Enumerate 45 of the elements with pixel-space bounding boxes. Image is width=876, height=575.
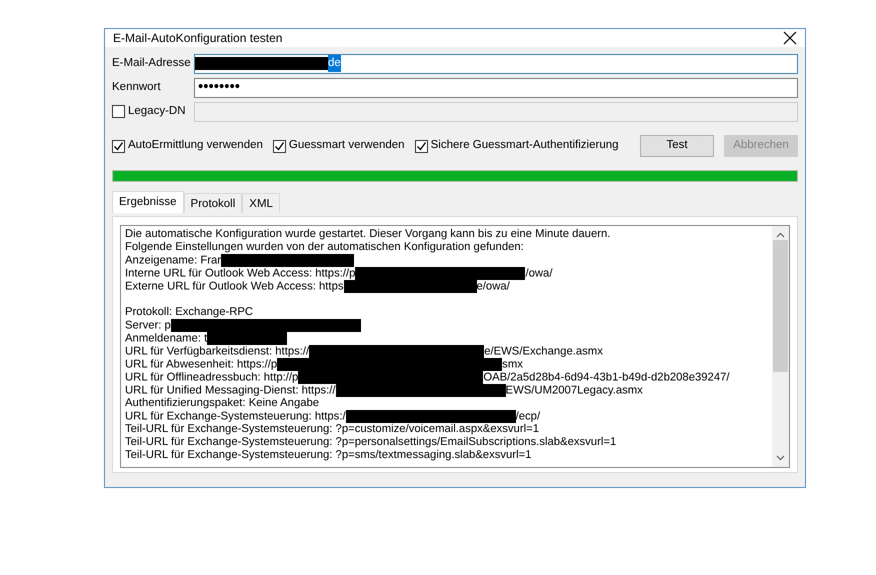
result-text: EWS/UM2007Legacy.asmx [506,384,643,396]
result-text: Server: p [125,319,171,332]
result-text: /ecp/ [516,410,540,422]
result-text: Interne URL für Outlook Web Access: https://p [125,267,356,280]
result-text: OAB/2a5d28b4-6d94-43b1-b49d-d2b208e39247/ [483,371,730,384]
result-text: Teil-URL für Exchange-Systemsteuerung: ?p=sms/textmessaging.slab&exsvurl=1 [125,449,532,461]
result-text: e/owa/ [476,280,510,292]
result-text: URL für Exchange-Systemsteuerung: https:/ [125,410,346,422]
tab[interactable]: XML [242,193,280,213]
result-text: Protokoll: Exchange-RPC [125,306,254,318]
email-field[interactable]: de [194,54,798,74]
tab[interactable]: Protokoll [184,193,242,213]
result-text: Folgende Einstellungen wurden von der automatischen Konfiguration gefunden: [125,241,524,253]
field-label: E-Mail-Adresse [112,56,192,71]
result-text: smx [502,358,523,370]
checkbox[interactable] [414,140,428,152]
scroll-thumb[interactable] [773,240,788,372]
result-text: Teil-URL für Exchange-Systemsteuerung: ?p=personalsettings/EmailSubscriptions.slab&exsvurl=1 [125,436,616,448]
checkbox[interactable] [272,140,286,152]
checkbox-label: AutoErmittlung verwenden [128,138,263,154]
checkbox-label: Legacy-DN [128,104,186,119]
result-text: URL für Unified Messaging-Dienst: https:// [125,384,336,396]
result-text: URL für Verfügbarkeitsdienst: https:// [125,345,310,358]
result-text: Anmeldename: t [125,332,208,344]
checkbox-label: Guessmart verwenden [288,138,405,154]
close-icon[interactable] [783,31,797,45]
scroll-down-icon[interactable] [776,455,785,461]
result-text: Externe URL für Outlook Web Access: https [125,280,344,292]
field-label: Kennwort [112,80,162,95]
scrollbar[interactable] [772,226,789,467]
result-text: Die automatische Konfiguration wurde gestartet. Dieser Vorgang kann bis zu eine Minute dauern. [125,228,610,240]
result-text: Teil-URL für Exchange-Systemsteuerung: ?p=customize/voicemail.aspx&exsvurl=1 [125,423,539,435]
checkbox-label: Sichere Guessmart-Authentifizierung [430,138,619,154]
result-text: /owa/ [525,267,552,280]
checkbox[interactable] [112,140,125,152]
result-text: Anzeigename: Frar [125,254,222,266]
tab[interactable]: Ergebnisse [112,191,184,213]
result-text: Authentifizierungspaket: Keine Angabe [125,397,320,409]
window-title: E-Mail-AutoKonfiguration testen [113,30,282,47]
password-field[interactable]: •••••••• [194,78,798,98]
result-text: URL für Abwesenheit: https://p [125,358,278,370]
scroll-up-icon[interactable] [776,232,785,238]
result-text: URL für Offlineadressbuch: http://p [125,371,298,384]
test-button[interactable]: Test [640,135,714,157]
result-text: e/EWS/Exchange.asmx [484,345,603,358]
